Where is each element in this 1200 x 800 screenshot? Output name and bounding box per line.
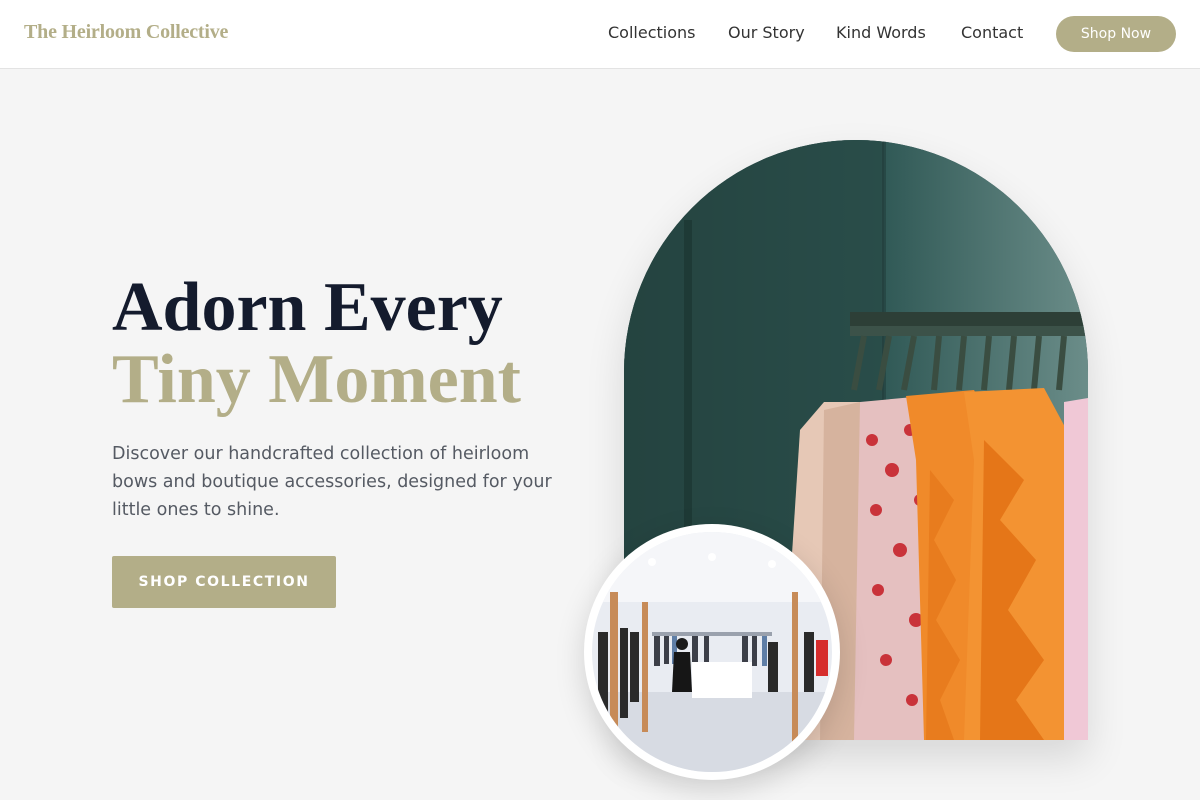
shop-collection-button[interactable]: SHOP COLLECTION — [112, 556, 336, 608]
nav-link-kind-words[interactable]: Kind Words — [836, 23, 926, 42]
nav-link-collections[interactable]: Collections — [608, 23, 695, 42]
hero-title-line-2: Tiny Moment — [112, 341, 521, 418]
shop-now-button[interactable]: Shop Now — [1056, 16, 1176, 52]
hero-title-line-1: Adorn Every — [112, 269, 503, 346]
nav-link-contact[interactable]: Contact — [961, 23, 1023, 42]
navbar: The Heirloom Collective Collections Our … — [0, 0, 1200, 69]
hero-description: Discover our handcrafted collection of h… — [112, 444, 552, 520]
nav-link-our-story[interactable]: Our Story — [728, 23, 805, 42]
boutique-interior-image — [584, 524, 840, 780]
hero-title: Adorn Every Tiny Moment — [112, 272, 521, 416]
brand-logo[interactable]: The Heirloom Collective — [24, 21, 228, 44]
